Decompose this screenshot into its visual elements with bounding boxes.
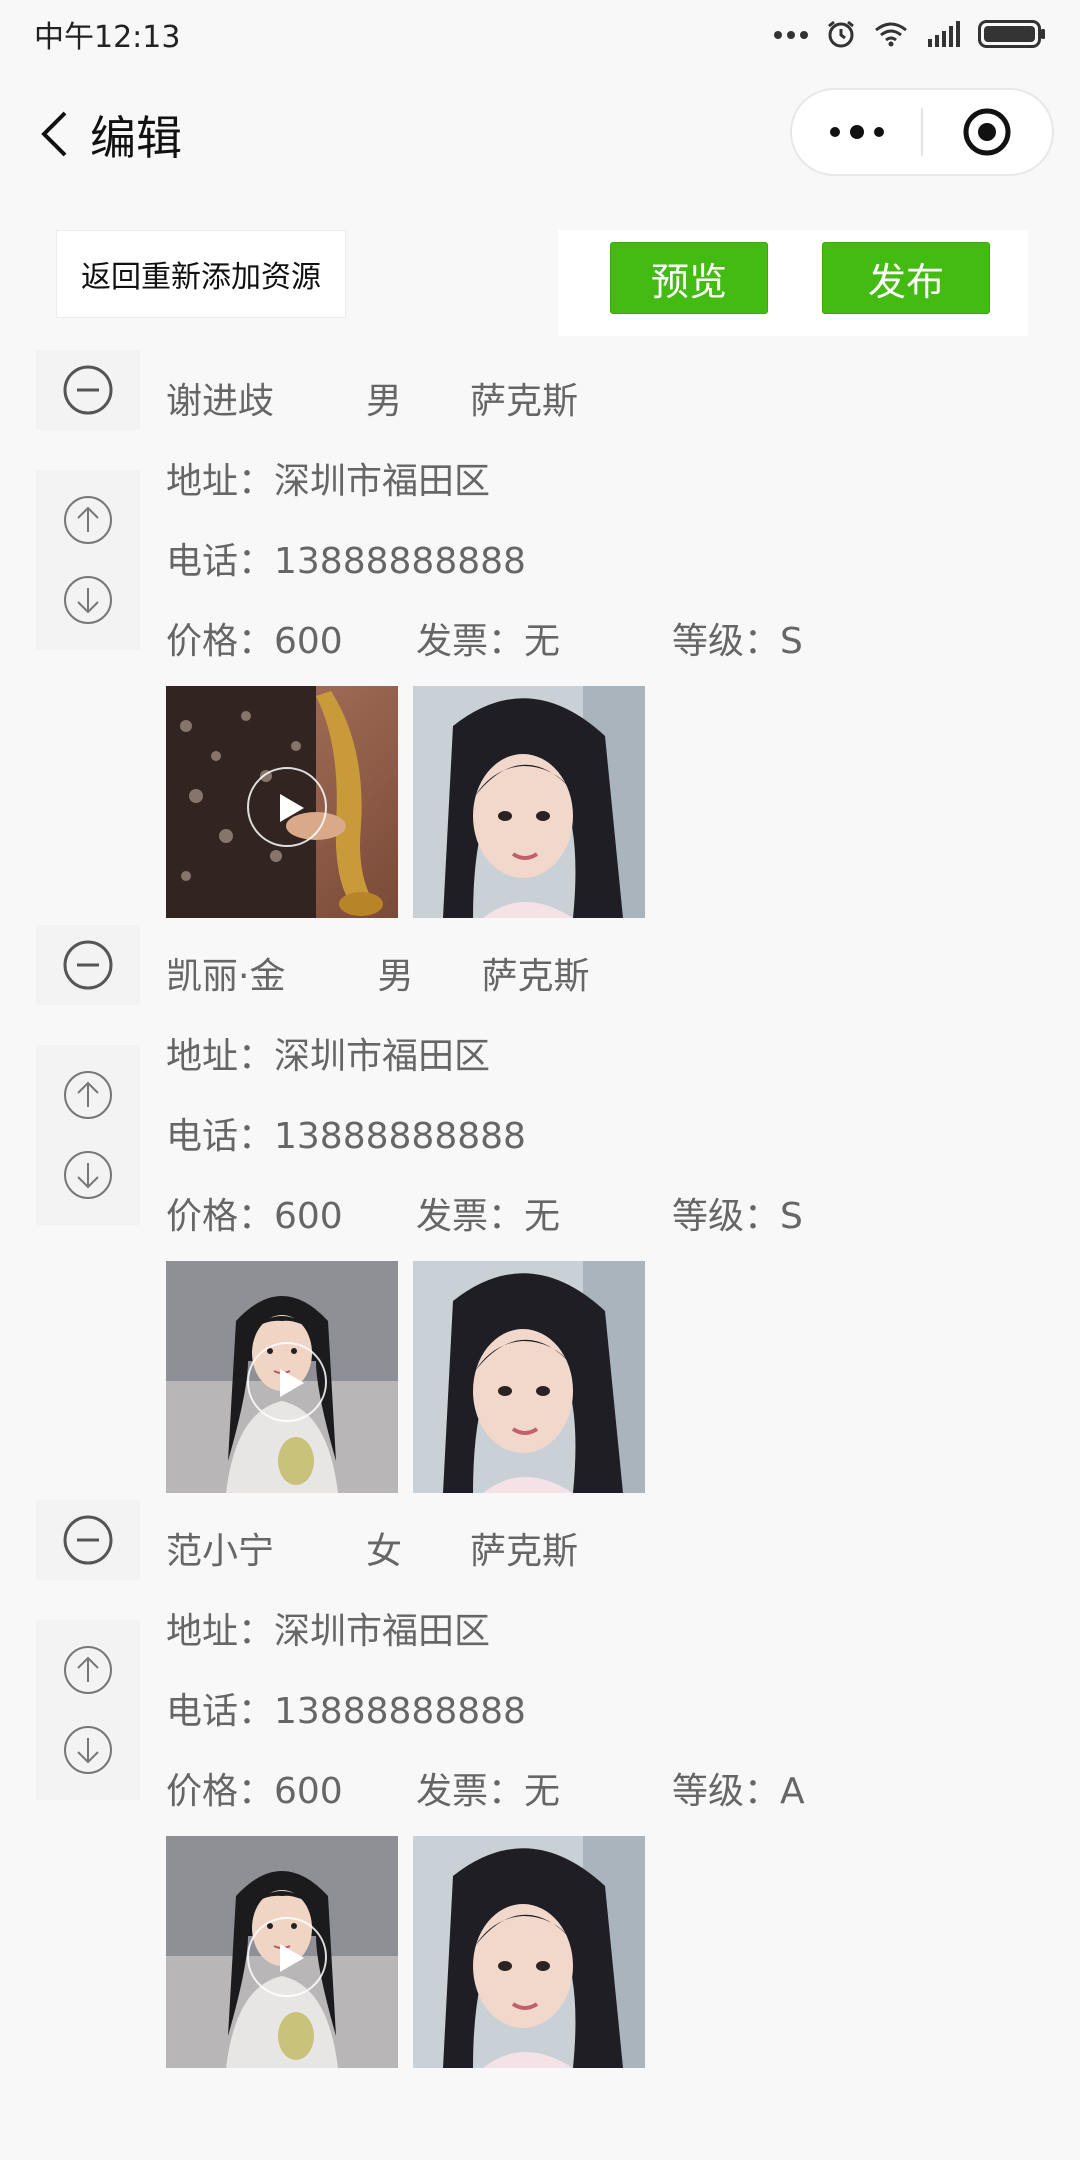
arrow-down-circle-icon — [64, 576, 112, 624]
play-icon — [247, 1342, 327, 1422]
portrait-photo — [413, 1261, 645, 1493]
record-instrument: 萨克斯 — [481, 956, 590, 997]
status-time: 中午12:13 — [34, 20, 181, 55]
move-down-button[interactable] — [62, 1149, 114, 1201]
move-up-button[interactable] — [62, 1644, 114, 1696]
move-down-button[interactable] — [62, 574, 114, 626]
remove-record-button[interactable] — [36, 350, 140, 430]
record-controls — [36, 925, 140, 1245]
record-address: 地址：深圳市福田区 — [166, 1611, 491, 1652]
battery-icon — [978, 20, 1045, 48]
record-invoice: 发票：无 — [416, 1196, 561, 1237]
arrow-up-circle-icon — [64, 496, 112, 544]
record-controls — [36, 1500, 140, 1820]
record-basic-info: 谢进歧 男 萨克斯 — [166, 372, 578, 424]
record-details: 价格：600 发票：无 等级：A — [166, 1762, 805, 1814]
image-thumbnail[interactable] — [413, 1261, 645, 1493]
record-instrument: 萨克斯 — [470, 1531, 579, 1572]
resource-record: 凯丽·金 男 萨克斯地址：深圳市福田区 电话：13888888888 价格：600 发票：… — [0, 925, 1080, 1500]
resource-record: 谢进歧 男 萨克斯地址：深圳市福田区 电话：13888888888 价格：600 发票：无… — [0, 350, 1080, 925]
record-controls — [36, 350, 140, 670]
more-dots-icon — [774, 31, 808, 39]
remove-record-button[interactable] — [36, 1500, 140, 1580]
move-up-button[interactable] — [62, 494, 114, 546]
wifi-icon — [875, 22, 907, 47]
resource-record: 范小宁 女 萨克斯地址：深圳市福田区 电话：13888888888 价格：600 发票：无… — [0, 1500, 1080, 2075]
image-thumbnail[interactable] — [413, 686, 645, 918]
arrow-down-circle-icon — [64, 1726, 112, 1774]
target-circle-icon — [963, 108, 1011, 156]
video-thumbnail[interactable] — [166, 1836, 398, 2068]
mini-program-capsule — [790, 88, 1054, 176]
record-level: 等级：S — [672, 621, 803, 662]
back-button[interactable] — [34, 106, 74, 162]
arrow-up-circle-icon — [64, 1071, 112, 1119]
record-invoice: 发票：无 — [416, 1771, 561, 1812]
remove-circle-icon — [63, 365, 113, 415]
record-basic-info: 凯丽·金 男 萨克斯 — [166, 947, 589, 999]
remove-circle-icon — [63, 940, 113, 990]
close-program-button[interactable] — [923, 90, 1052, 174]
publish-button[interactable]: 发布 — [822, 242, 990, 314]
record-level: 等级：S — [672, 1196, 803, 1237]
nav-bar: 编辑 — [0, 88, 1080, 176]
record-basic-info: 范小宁 女 萨克斯 — [166, 1522, 578, 1574]
reorder-controls — [36, 1620, 140, 1800]
record-address: 地址：深圳市福田区 — [166, 1036, 491, 1077]
record-address: 地址：深圳市福田区 — [166, 461, 491, 502]
move-down-button[interactable] — [62, 1724, 114, 1776]
arrow-down-circle-icon — [64, 1151, 112, 1199]
alarm-icon — [828, 20, 854, 48]
record-phone: 电话：13888888888 — [166, 541, 526, 582]
record-phone: 电话：13888888888 — [166, 1691, 526, 1732]
action-panel: 预览 发布 — [558, 230, 1028, 336]
back-readd-resource-button[interactable]: 返回重新添加资源 — [56, 230, 346, 318]
record-invoice: 发票：无 — [416, 621, 561, 662]
image-thumbnail[interactable] — [413, 1836, 645, 2068]
remove-record-button[interactable] — [36, 925, 140, 1005]
reorder-controls — [36, 1045, 140, 1225]
record-price: 价格：600 — [166, 1771, 343, 1812]
page-title: 编辑 — [90, 111, 182, 165]
arrow-up-circle-icon — [64, 1646, 112, 1694]
move-up-button[interactable] — [62, 1069, 114, 1121]
record-gender: 男 — [366, 381, 403, 422]
preview-button[interactable]: 预览 — [610, 242, 768, 314]
record-name: 凯丽·金 — [166, 956, 286, 997]
record-phone: 电话：13888888888 — [166, 1116, 526, 1157]
record-price: 价格：600 — [166, 621, 343, 662]
record-gender: 女 — [366, 1531, 403, 1572]
reorder-controls — [36, 470, 140, 650]
record-details: 价格：600 发票：无 等级：S — [166, 1187, 803, 1239]
record-instrument: 萨克斯 — [470, 381, 579, 422]
back-chevron-icon — [41, 111, 67, 157]
record-gender: 男 — [377, 956, 414, 997]
portrait-photo — [413, 686, 645, 918]
record-name: 谢进歧 — [166, 381, 275, 422]
record-name: 范小宁 — [166, 1531, 275, 1572]
more-menu-button[interactable] — [792, 90, 921, 174]
status-bar: 中午12:13 — [0, 0, 1080, 68]
record-details: 价格：600 发票：无 等级：S — [166, 612, 803, 664]
video-thumbnail[interactable] — [166, 686, 398, 918]
signal-icon — [928, 21, 960, 47]
portrait-photo — [413, 1836, 645, 2068]
record-level: 等级：A — [672, 1771, 805, 1812]
record-price: 价格：600 — [166, 1196, 343, 1237]
play-icon — [247, 1917, 327, 1997]
video-thumbnail[interactable] — [166, 1261, 398, 1493]
more-dots-icon — [829, 125, 884, 139]
remove-circle-icon — [63, 1515, 113, 1565]
status-icons — [774, 19, 1046, 49]
play-icon — [247, 767, 327, 847]
